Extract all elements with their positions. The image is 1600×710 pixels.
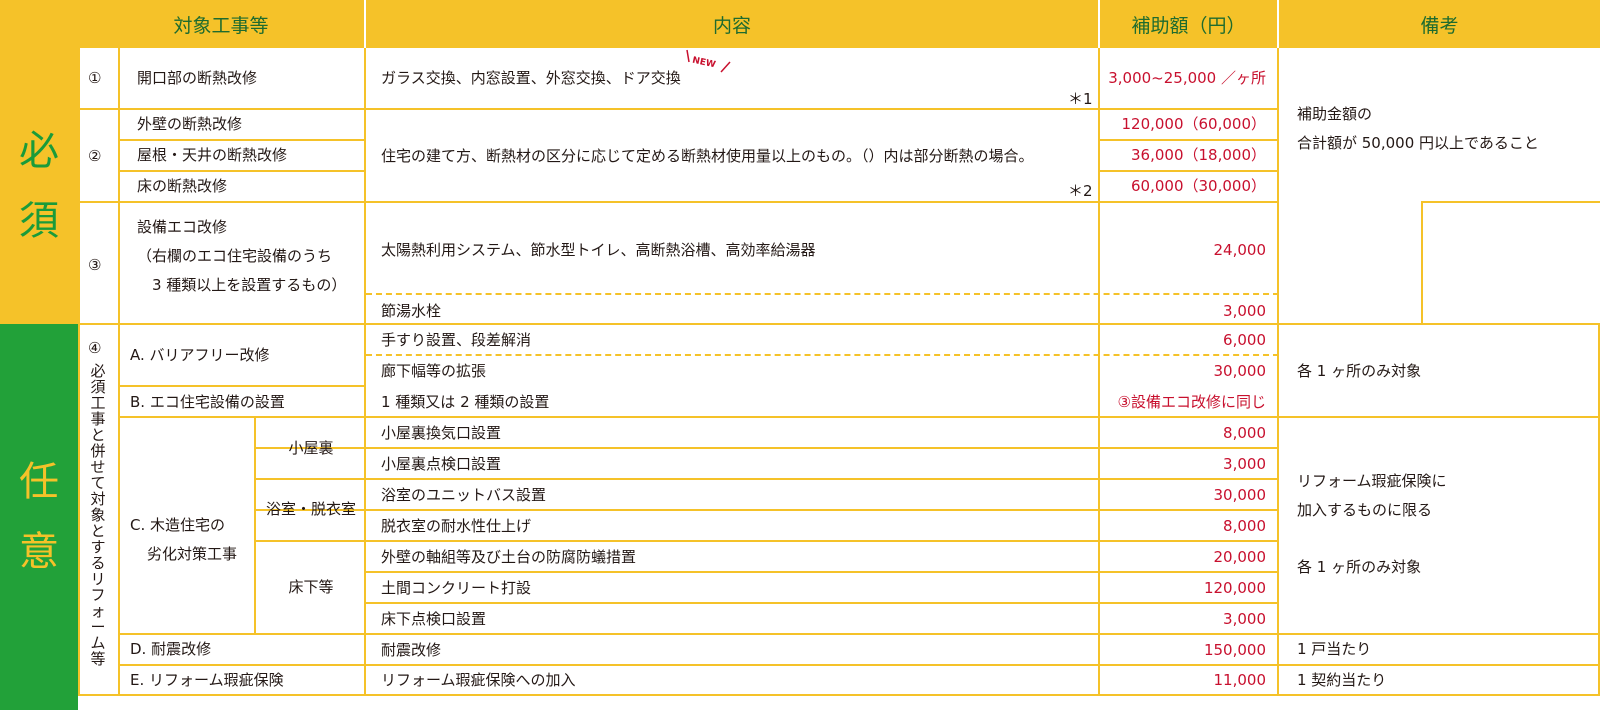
c3-content-2: 土間コンクリート打設 bbox=[381, 579, 532, 597]
r2-target-2: 屋根・天井の断熱改修 bbox=[137, 146, 288, 164]
r3-amount-a: 24,000 bbox=[1213, 241, 1267, 259]
d-note: 1 戸当たり bbox=[1297, 640, 1372, 658]
c-note-1: リフォーム瑕疵保険に bbox=[1297, 472, 1447, 490]
b-target: B. エコ住宅設備の設置 bbox=[130, 393, 285, 411]
a-amount-1: 6,000 bbox=[1223, 331, 1266, 349]
c-note-3: 各 1 ヶ所のみ対象 bbox=[1297, 558, 1422, 576]
r3-target-1: 設備エコ改修 bbox=[137, 218, 228, 236]
header-content: 内容 bbox=[366, 0, 1098, 48]
r2-amount-3: 60,000（30,000） bbox=[1131, 177, 1266, 195]
row-num-3: ③ bbox=[88, 256, 102, 274]
b-content: 1 種類又は 2 種類の設置 bbox=[381, 393, 550, 411]
r2-amount-2: 36,000（18,000） bbox=[1131, 146, 1266, 164]
c1-content-2: 小屋裏点検口設置 bbox=[381, 455, 502, 473]
d-content: 耐震改修 bbox=[381, 641, 442, 659]
c1-content-1: 小屋裏換気口設置 bbox=[381, 424, 502, 442]
r1-content: ガラス交換、内窓設置、外窓交換、ドア交換 bbox=[381, 69, 681, 87]
r2-footnote: ＊2 bbox=[1068, 182, 1093, 200]
e-note: 1 契約当たり bbox=[1297, 671, 1387, 689]
header-notes: 備考 bbox=[1279, 0, 1600, 48]
r2-content: 住宅の建て方、断熱材の区分に応じて定める断熱材使用量以上のもの。（）内は部分断熱… bbox=[381, 147, 1034, 165]
c3-amount-2: 120,000 bbox=[1203, 579, 1266, 597]
r1-footnote: ＊1 bbox=[1068, 90, 1093, 108]
required-note-2: 合計額が 50,000 円以上であること bbox=[1297, 134, 1539, 152]
section-optional-char-2: 意 bbox=[19, 529, 59, 575]
ab-note: 各 1 ヶ所のみ対象 bbox=[1297, 362, 1422, 380]
section-optional-char-1: 任 bbox=[19, 459, 59, 505]
r1-target: 開口部の断熱改修 bbox=[137, 69, 258, 87]
e-amount: 11,000 bbox=[1213, 671, 1267, 689]
c1-amount-2: 3,000 bbox=[1223, 455, 1266, 473]
r3-target-2: （右欄のエコ住宅設備のうち bbox=[137, 247, 333, 265]
header-amount: 補助額（円） bbox=[1100, 0, 1277, 48]
header-corner bbox=[0, 0, 78, 48]
b-amount: ③設備エコ改修に同じ bbox=[1117, 393, 1266, 411]
c-group-label-3: 床下等 bbox=[288, 578, 334, 596]
r3-content-a: 太陽熱利用システム、節水型トイレ、高断熱浴槽、高効率給湯器 bbox=[381, 241, 816, 259]
section-required-char-1: 必 bbox=[19, 128, 59, 174]
e-target: E. リフォーム瑕疵保険 bbox=[130, 671, 284, 689]
c1-amount-1: 8,000 bbox=[1223, 424, 1266, 442]
c3-amount-3: 3,000 bbox=[1223, 610, 1266, 628]
header-target: 対象工事等 bbox=[78, 0, 364, 48]
c3-content-1: 外壁の軸組等及び土台の防腐防蟻措置 bbox=[381, 548, 637, 566]
required-note-1: 補助金額の bbox=[1297, 105, 1373, 123]
c2-content-1: 浴室のユニットバス設置 bbox=[381, 486, 547, 504]
r2-target-1: 外壁の断熱改修 bbox=[137, 115, 243, 133]
r3-target-3: 3 種類以上を設置するもの） bbox=[137, 276, 347, 294]
c-note-2: 加入するものに限る bbox=[1297, 501, 1433, 519]
a-amount-2: 30,000 bbox=[1213, 362, 1267, 380]
r2-amount-1: 120,000（60,000） bbox=[1121, 115, 1266, 133]
row-num-2: ② bbox=[88, 147, 102, 165]
c-target-2: 劣化対策工事 bbox=[147, 545, 238, 563]
c2-amount-1: 30,000 bbox=[1213, 486, 1267, 504]
row-num-4: ④ bbox=[88, 339, 102, 357]
a-target: A. バリアフリー改修 bbox=[130, 346, 270, 364]
section-optional: 任 意 bbox=[0, 324, 78, 710]
c-group-label-2: 浴室・脱衣室 bbox=[265, 500, 356, 518]
d-target: D. 耐震改修 bbox=[130, 640, 212, 658]
section-required-char-2: 須 bbox=[19, 198, 59, 244]
d-amount: 150,000 bbox=[1203, 641, 1266, 659]
a-content-2: 廊下幅等の拡張 bbox=[381, 362, 487, 380]
r3-amount-b: 3,000 bbox=[1223, 302, 1266, 320]
r1-amount: 3,000~25,000 ／ヶ所 bbox=[1108, 69, 1266, 87]
section-required: 必 須 bbox=[0, 48, 78, 324]
c2-amount-2: 8,000 bbox=[1223, 517, 1266, 535]
r3-content-b: 節湯水栓 bbox=[381, 302, 442, 320]
c-group-label-1: 小屋裏 bbox=[288, 439, 334, 457]
r4-vertical-label: 必須工事と併せて対象とするリフォーム等 bbox=[90, 362, 106, 668]
e-content: リフォーム瑕疵保険への加入 bbox=[381, 671, 576, 689]
r2-target-3: 床の断熱改修 bbox=[137, 177, 228, 195]
row-num-1: ① bbox=[88, 69, 102, 87]
c-target-1: C. 木造住宅の bbox=[130, 516, 226, 534]
c3-amount-1: 20,000 bbox=[1213, 548, 1267, 566]
c3-content-3: 床下点検口設置 bbox=[381, 610, 487, 628]
a-content-1: 手すり設置、段差解消 bbox=[381, 331, 532, 349]
c2-content-2: 脱衣室の耐水性仕上げ bbox=[381, 517, 532, 535]
